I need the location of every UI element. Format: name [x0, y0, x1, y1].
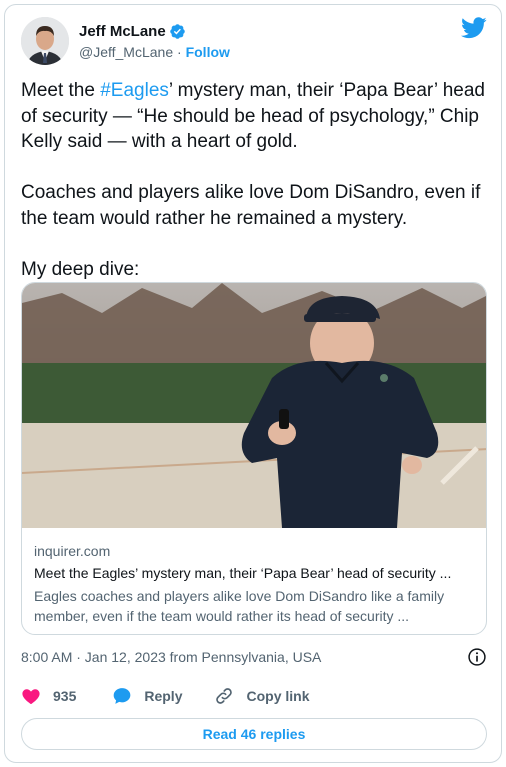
tweet-actions: 935 Reply Copy link	[21, 683, 342, 709]
tweet-text-intro: Meet the	[21, 80, 101, 101]
tweet-timestamp[interactable]: 8:00 AM · Jan 12, 2023 from Pennsylvania…	[21, 649, 321, 665]
timestamp-row: 8:00 AM · Jan 12, 2023 from Pennsylvania…	[21, 647, 487, 669]
link-icon	[216, 688, 233, 704]
hashtag-link[interactable]: #Eagles	[100, 80, 169, 101]
like-count: 935	[53, 688, 77, 704]
read-replies-button[interactable]: Read 46 replies	[21, 718, 487, 750]
like-button[interactable]: 935	[21, 686, 76, 706]
info-icon[interactable]	[467, 647, 487, 667]
link-title: Meet the Eagles’ mystery man, their ‘Pap…	[34, 565, 452, 581]
link-domain: inquirer.com	[34, 543, 111, 559]
reply-bubble-icon	[114, 688, 131, 704]
reply-label: Reply	[144, 688, 183, 704]
link-description: Eagles coaches and players alike love Do…	[34, 588, 445, 624]
tweet-header: Jeff McLane @Jeff_McLane · Follow	[21, 17, 487, 65]
verified-badge-icon	[169, 24, 185, 39]
author-handle[interactable]: @Jeff_McLane	[79, 44, 173, 60]
tweet-text-body: ’ mystery man, their ‘Papa Bear’ head of…	[21, 80, 485, 280]
copy-link-button[interactable]: Copy link	[214, 686, 310, 706]
heart-icon	[22, 689, 40, 704]
author-handle-row: @Jeff_McLane · Follow	[79, 44, 230, 60]
link-preview-meta: inquirer.com Meet the Eagles’ mystery ma…	[34, 542, 474, 626]
follow-link[interactable]: Follow	[186, 44, 230, 60]
reply-button[interactable]: Reply	[112, 686, 182, 706]
separator-dot: ·	[177, 44, 182, 60]
tweet-text: Meet the #Eagles’ mystery man, their ‘Pa…	[21, 78, 491, 282]
avatar[interactable]	[21, 17, 69, 65]
tweet-embed-card: Jeff McLane @Jeff_McLane · Follow Meet t…	[4, 4, 502, 763]
twitter-bird-icon[interactable]	[461, 17, 487, 39]
copy-link-label: Copy link	[246, 688, 310, 704]
article-photo	[22, 283, 486, 528]
link-preview-card[interactable]: inquirer.com Meet the Eagles’ mystery ma…	[21, 282, 487, 635]
author-name-row: Jeff McLane	[79, 23, 186, 40]
author-name[interactable]: Jeff McLane	[79, 23, 166, 40]
